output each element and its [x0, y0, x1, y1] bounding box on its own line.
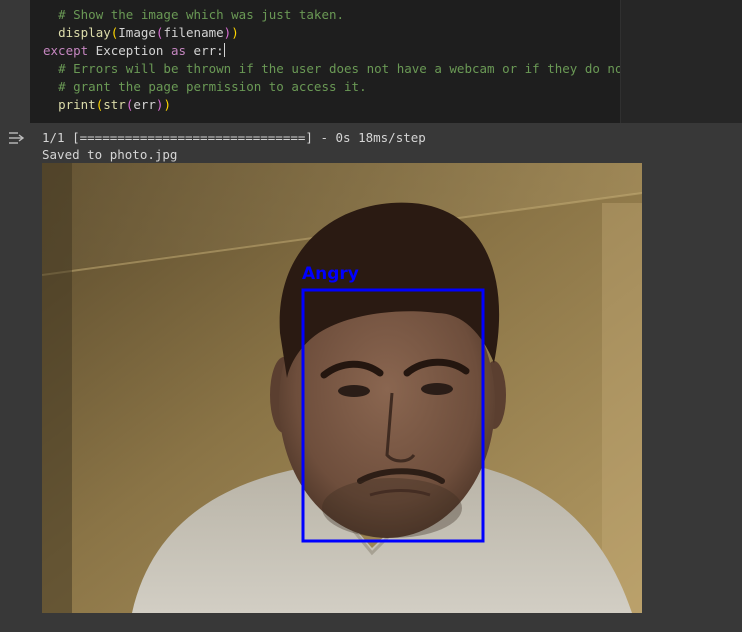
cell-output: 1/1 [==============================] - 0…: [0, 123, 742, 632]
code-token: # Errors will be thrown if the user does…: [58, 61, 631, 76]
code-line[interactable]: display(Image(filename)): [43, 24, 239, 42]
code-token: ): [231, 25, 239, 40]
saved-output: Saved to photo.jpg: [42, 147, 178, 162]
cell-gutter: [0, 0, 30, 123]
code-line[interactable]: print(str(err)): [43, 96, 171, 114]
code-token: except: [43, 43, 89, 58]
output-toggle-icon[interactable]: [6, 129, 28, 147]
code-token: # grant the page permission to access it…: [58, 79, 367, 94]
code-token: display: [58, 25, 111, 40]
code-editor[interactable]: # Show the image which was just taken. d…: [30, 0, 630, 123]
code-token: as: [170, 43, 187, 58]
progress-output: 1/1 [==============================] - 0…: [42, 130, 426, 145]
code-line[interactable]: # grant the page permission to access it…: [43, 78, 367, 96]
code-line[interactable]: except Exception as err:: [43, 42, 225, 60]
code-line[interactable]: # Errors will be thrown if the user does…: [43, 60, 630, 78]
code-token: err:: [186, 43, 224, 58]
code-token: Exception: [88, 43, 171, 58]
webcam-photo: Angry: [42, 163, 642, 613]
code-token: Image: [118, 25, 156, 40]
editor-side-panel: [620, 0, 742, 123]
text-cursor: [223, 43, 225, 57]
code-cell[interactable]: # Show the image which was just taken. d…: [0, 0, 742, 123]
code-token: # Show the image which was just taken.: [58, 7, 345, 22]
code-line[interactable]: # Show the image which was just taken.: [43, 6, 344, 24]
emotion-label: Angry: [302, 264, 359, 284]
code-token: filename: [163, 25, 224, 40]
code-token: print: [58, 97, 96, 112]
code-token: str: [103, 97, 126, 112]
code-token: ): [163, 97, 171, 112]
code-token: err: [133, 97, 156, 112]
